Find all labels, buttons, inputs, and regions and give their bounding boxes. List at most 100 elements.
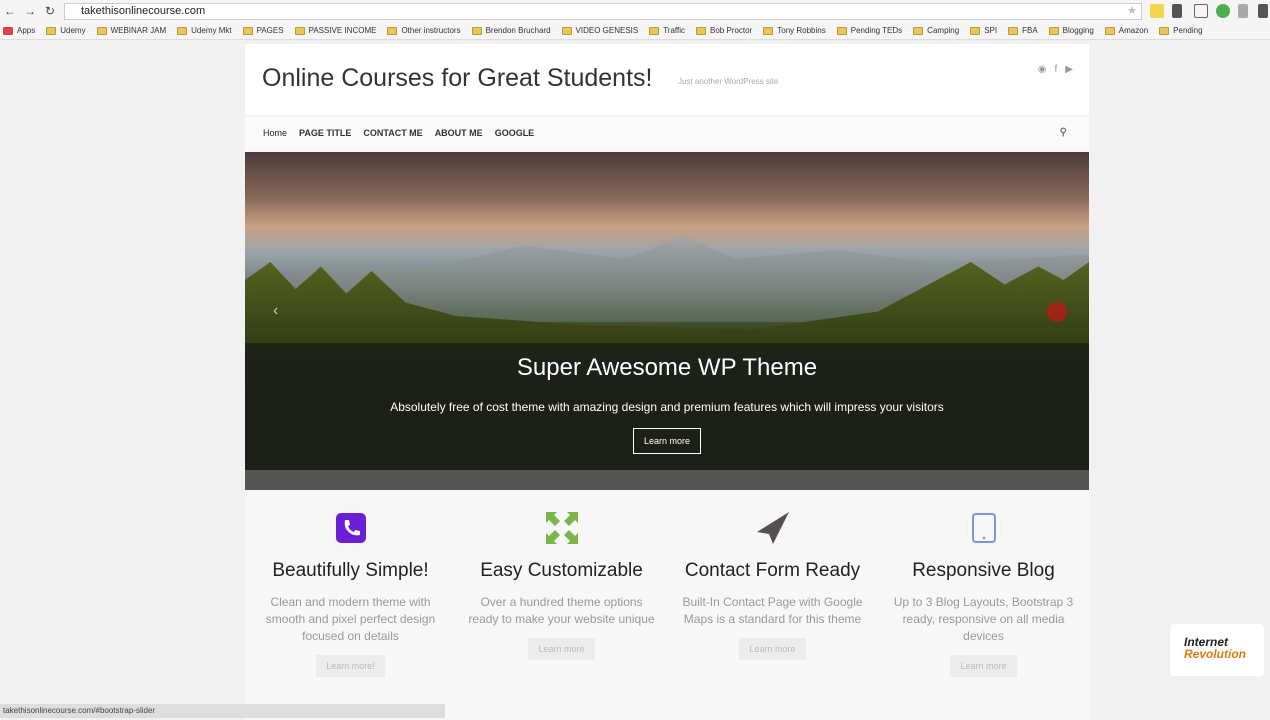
site-title[interactable]: Online Courses for Great Students! bbox=[262, 64, 652, 93]
feature-card: Contact Form Ready Built-In Contact Page… bbox=[667, 510, 878, 677]
bookmark-item[interactable]: WEBINAR JAM bbox=[96, 26, 167, 35]
main-nav: Home PAGE TITLE CONTACT ME ABOUT ME GOOG… bbox=[245, 116, 1089, 148]
learn-more-button[interactable]: Learn more bbox=[632, 428, 702, 454]
bookmark-label: SPI bbox=[984, 26, 998, 35]
bookmark-label: Bob Proctor bbox=[710, 26, 753, 35]
facebook-icon[interactable]: f bbox=[1055, 64, 1058, 75]
evernote-icon[interactable] bbox=[1172, 4, 1182, 18]
bookmark-item[interactable]: Blogging bbox=[1048, 26, 1094, 35]
rss-icon[interactable]: ◉ bbox=[1038, 64, 1047, 75]
bookmark-item[interactable]: Bob Proctor bbox=[696, 26, 752, 35]
internet-revolution-logo: Internet Revolution bbox=[1170, 624, 1264, 676]
feature-card: Easy Customizable Over a hundred theme o… bbox=[456, 510, 667, 677]
slider-next-icon[interactable] bbox=[1047, 302, 1067, 322]
extension-icon[interactable] bbox=[1150, 4, 1164, 18]
bookmark-label: Camping bbox=[927, 26, 960, 35]
back-icon[interactable]: ← bbox=[0, 4, 20, 18]
star-icon[interactable]: ★ bbox=[1127, 4, 1137, 19]
extension-icon[interactable] bbox=[1238, 4, 1248, 18]
bookmark-item[interactable]: Pending TEDs bbox=[836, 26, 902, 35]
paper-plane-icon bbox=[667, 510, 878, 546]
bookmark-label: PASSIVE INCOME bbox=[308, 26, 377, 35]
bookmark-item[interactable]: FBA bbox=[1008, 26, 1038, 35]
feature-title: Easy Customizable bbox=[480, 560, 643, 581]
feature-title: Beautifully Simple! bbox=[272, 560, 429, 581]
slide-heading: Super Awesome WP Theme bbox=[516, 354, 818, 381]
bookmark-item[interactable]: Pending bbox=[1159, 26, 1203, 35]
folder-icon bbox=[294, 26, 305, 35]
slide-caption: Super Awesome WP Theme Absolutely free o… bbox=[245, 343, 1089, 470]
feature-text: Over a hundred theme options ready to ma… bbox=[468, 595, 655, 626]
expand-arrows-icon bbox=[456, 510, 667, 546]
folder-icon bbox=[177, 26, 188, 35]
feature-title: Contact Form Ready bbox=[684, 560, 861, 581]
status-bar: takethisonlinecourse.com/#bootstrap-slid… bbox=[0, 704, 445, 718]
bookmark-label: Other instructors bbox=[401, 26, 461, 35]
bookmark-item[interactable]: Udemy bbox=[46, 26, 86, 35]
address-bar[interactable]: takethisonlinecourse.com ★ bbox=[64, 3, 1142, 20]
folder-icon bbox=[242, 26, 253, 35]
folder-icon bbox=[649, 26, 660, 35]
nav-contact-me[interactable]: CONTACT ME bbox=[363, 128, 422, 138]
bookmark-label: Blogging bbox=[1062, 26, 1094, 35]
menu-icon[interactable] bbox=[1258, 4, 1268, 18]
reload-icon[interactable]: ↻ bbox=[40, 4, 60, 18]
slider-prev-icon[interactable]: ‹ bbox=[273, 302, 278, 320]
slide-text: Absolutely free of cost theme with amazi… bbox=[390, 400, 944, 414]
folder-icon bbox=[387, 26, 398, 35]
site-tagline: Just another WordPress site bbox=[678, 77, 779, 86]
bookmark-label: Traffic bbox=[663, 26, 685, 35]
cast-icon[interactable] bbox=[1194, 4, 1208, 18]
bookmark-label: Udemy Mkt bbox=[191, 26, 232, 35]
bookmark-item[interactable]: Brendon Bruchard bbox=[471, 26, 551, 35]
feature-text: Built-In Contact Page with Google Maps i… bbox=[682, 595, 863, 626]
nav-page-title[interactable]: PAGE TITLE bbox=[299, 128, 351, 138]
bookmark-label: PAGES bbox=[256, 26, 284, 35]
bookmark-label: Brendon Bruchard bbox=[485, 26, 551, 35]
feature-learn-more-button[interactable]: Learn more! bbox=[316, 655, 385, 677]
bookmark-item[interactable]: Apps bbox=[3, 26, 35, 35]
tablet-icon bbox=[878, 510, 1089, 546]
browser-toolbar: ← → ↻ takethisonlinecourse.com ★ bbox=[0, 0, 1270, 22]
folder-icon bbox=[696, 26, 706, 35]
bookmark-item[interactable]: Other instructors bbox=[387, 26, 461, 35]
youtube-icon[interactable]: ▶ bbox=[1065, 64, 1073, 75]
bookmark-item[interactable]: SPI bbox=[970, 26, 997, 35]
bookmark-item[interactable]: VIDEO GENESIS bbox=[561, 26, 639, 35]
folder-icon bbox=[836, 26, 847, 35]
forward-icon[interactable]: → bbox=[20, 4, 40, 18]
bookmark-item[interactable]: PAGES bbox=[242, 26, 284, 35]
bookmark-label: VIDEO GENESIS bbox=[575, 26, 639, 35]
bookmark-label: Udemy bbox=[60, 26, 86, 35]
bookmark-label: Apps bbox=[17, 26, 36, 35]
feature-learn-more-button[interactable]: Learn more bbox=[739, 638, 806, 660]
bookmark-label: Tony Robbins bbox=[777, 26, 826, 35]
search-icon[interactable]: ⚲ bbox=[1060, 127, 1067, 138]
bookmark-item[interactable]: PASSIVE INCOME bbox=[294, 26, 377, 35]
feature-card: Responsive Blog Up to 3 Blog Layouts, Bo… bbox=[878, 510, 1089, 677]
folder-icon bbox=[1104, 26, 1115, 35]
bookmark-label: WEBINAR JAM bbox=[110, 26, 167, 35]
nav-about-me[interactable]: ABOUT ME bbox=[435, 128, 483, 138]
bookmark-item[interactable]: Amazon bbox=[1104, 26, 1148, 35]
features: Beautifully Simple! Clean and modern the… bbox=[245, 510, 1089, 677]
folder-icon bbox=[1008, 26, 1019, 35]
apps-icon bbox=[3, 26, 13, 35]
feature-learn-more-button[interactable]: Learn more bbox=[950, 655, 1017, 677]
website: Online Courses for Great Students! Just … bbox=[245, 44, 1089, 720]
hero-slider: ‹ Super Awesome WP Theme Absolutely free… bbox=[245, 152, 1089, 490]
nav-google[interactable]: GOOGLE bbox=[495, 128, 535, 138]
bookmark-item[interactable]: Traffic bbox=[649, 26, 685, 35]
feature-card: Beautifully Simple! Clean and modern the… bbox=[245, 510, 456, 677]
bookmark-item[interactable]: Udemy Mkt bbox=[177, 26, 232, 35]
feature-learn-more-button[interactable]: Learn more bbox=[528, 638, 595, 660]
bookmark-item[interactable]: Camping bbox=[913, 26, 959, 35]
folder-icon bbox=[763, 26, 774, 35]
nav-home[interactable]: Home bbox=[263, 128, 287, 138]
folder-icon bbox=[970, 26, 981, 35]
extension-icon[interactable] bbox=[1216, 4, 1230, 18]
bookmark-item[interactable]: Tony Robbins bbox=[763, 26, 826, 35]
folder-icon bbox=[913, 26, 924, 35]
phone-icon bbox=[245, 510, 456, 546]
feature-text: Up to 3 Blog Layouts, Bootstrap 3 ready,… bbox=[893, 595, 1074, 643]
